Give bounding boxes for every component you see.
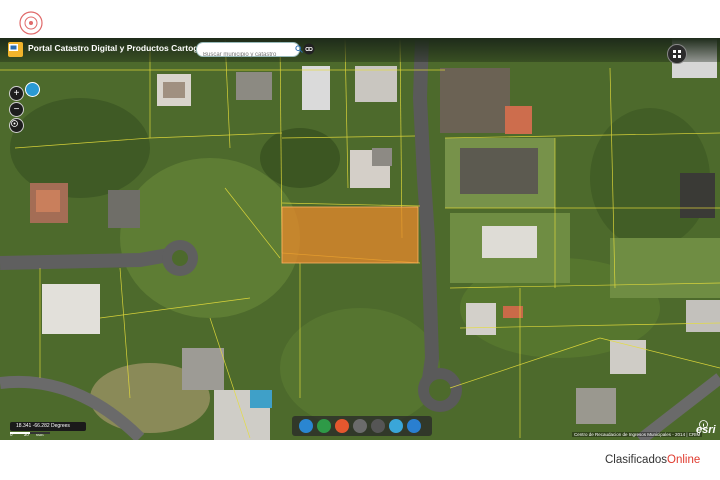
cart-icon[interactable] (407, 419, 421, 433)
search-box[interactable] (196, 42, 303, 62)
search-input[interactable] (197, 48, 287, 62)
aerial-imagery[interactable] (0, 38, 720, 440)
layers-icon[interactable] (353, 419, 367, 433)
esri-logo: esri (696, 424, 716, 436)
basemap-gallery-icon[interactable] (335, 419, 349, 433)
share-icon[interactable] (303, 43, 315, 55)
site-logo (14, 10, 48, 36)
bottom-toolbar (292, 416, 432, 436)
map-view[interactable]: Portal Catastro Digital y Productos Cart… (0, 38, 720, 440)
zoom-out-button[interactable]: − (9, 102, 24, 117)
apps-grid-icon[interactable] (667, 44, 687, 64)
scale-bar: 0 30 60ft (10, 432, 50, 437)
brand-text: Clasificados (605, 454, 667, 466)
print-icon[interactable] (389, 419, 403, 433)
brand-text-accent: Online (667, 454, 701, 466)
clasificados-online-logo: ClasificadosOnline (605, 454, 700, 466)
home-icon[interactable] (299, 419, 313, 433)
basemap-toggle-icon[interactable] (25, 82, 40, 97)
locate-icon[interactable] (9, 118, 24, 133)
coordinate-readout: 18.341 -66.282 Degrees (10, 422, 86, 431)
app-icon[interactable] (8, 42, 23, 57)
map-attribution: Centro de Recaudacion de Ingresos Munici… (572, 432, 703, 437)
zoom-in-button[interactable]: + (9, 86, 24, 101)
bookmark-icon[interactable] (317, 419, 331, 433)
legend-list-icon[interactable] (371, 419, 385, 433)
